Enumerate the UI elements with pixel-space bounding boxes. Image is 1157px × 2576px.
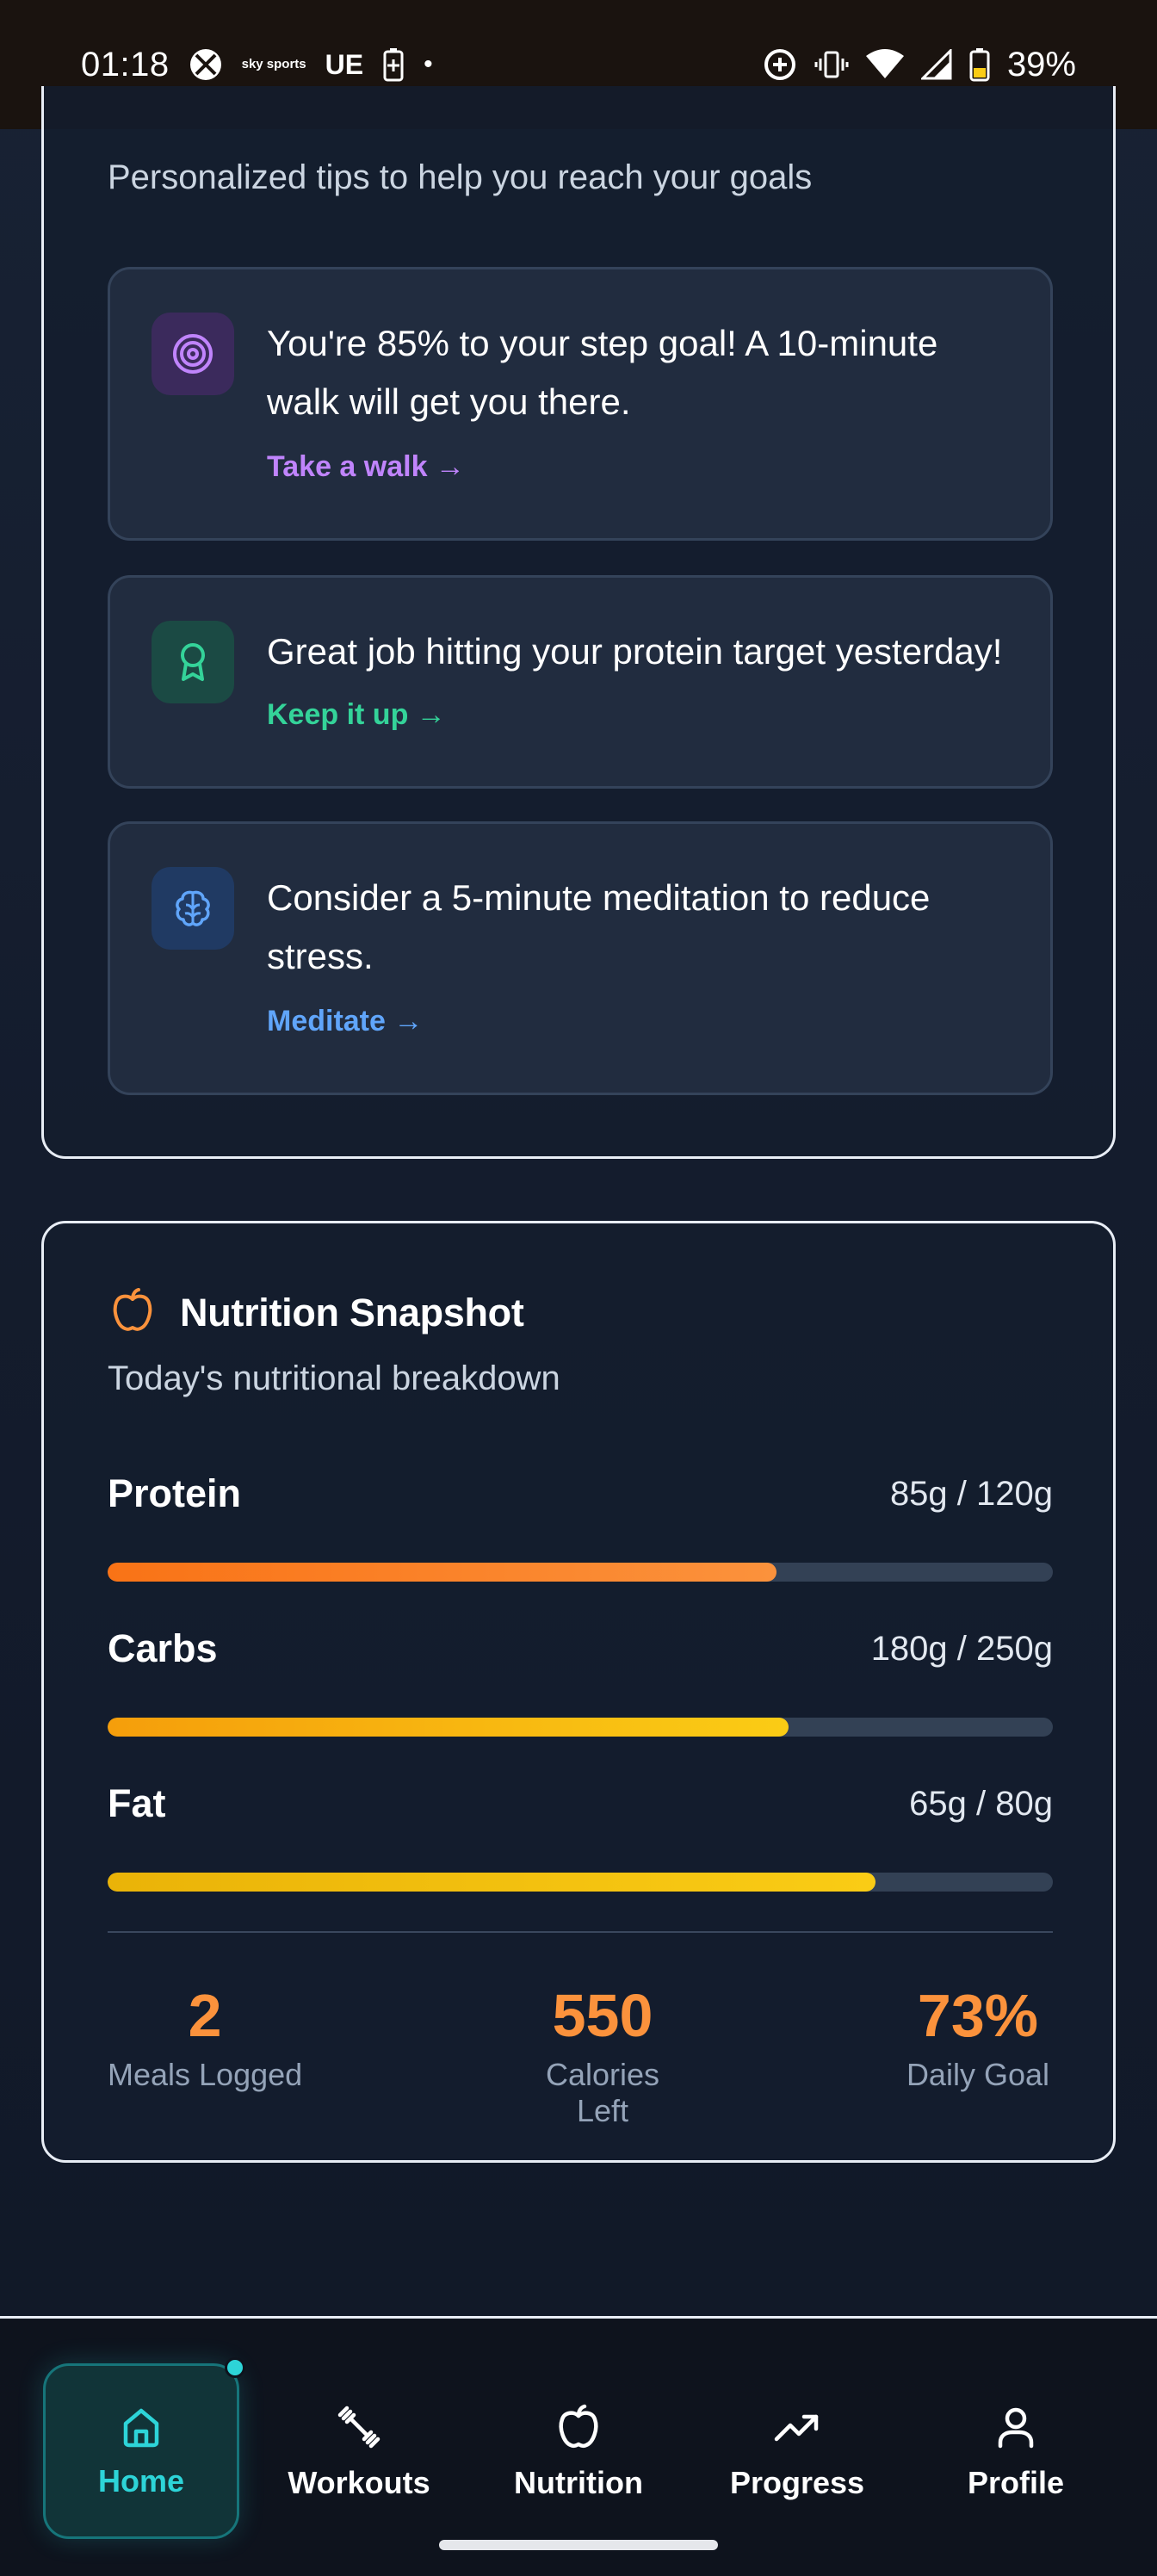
battery-icon	[969, 47, 990, 82]
stat-value: 2	[188, 1982, 222, 2049]
fat-progress-fill	[108, 1873, 876, 1892]
macro-amount: 65g / 80g	[909, 1785, 1053, 1823]
dumbbell-icon	[337, 2406, 381, 2449]
fat-progress-bar	[108, 1873, 1053, 1892]
data-saver-icon	[763, 47, 797, 82]
xbox-icon	[189, 47, 223, 82]
target-icon	[152, 313, 234, 395]
nav-home[interactable]: Home	[43, 2357, 245, 2539]
nav-progress[interactable]: Progress	[699, 2363, 895, 2539]
nutrition-card: Nutrition Snapshot Today's nutritional b…	[41, 1221, 1116, 2163]
stat-value: 73%	[917, 1982, 1039, 2049]
sky-sports-icon: sky sports	[241, 57, 306, 71]
nav-nutrition[interactable]: Nutrition	[480, 2363, 677, 2539]
keep-it-up-link[interactable]: Keep it up →	[267, 698, 446, 732]
protein-progress-fill	[108, 1563, 777, 1582]
stat-calories-left: 550 Calories Left	[521, 1981, 684, 2129]
vibrate-icon	[814, 47, 849, 82]
brain-icon	[152, 867, 234, 950]
tip-text: You're 85% to your step goal! A 10-minut…	[267, 323, 938, 422]
nav-label: Home	[97, 2463, 185, 2499]
bottom-nav: Home Workouts Nutrition Progress Profile	[0, 2316, 1157, 2576]
carbs-progress-bar	[108, 1718, 1053, 1737]
home-icon	[123, 2408, 159, 2448]
home-indicator[interactable]	[439, 2540, 718, 2550]
tip-text: Great job hitting your protein target ye…	[267, 631, 1003, 672]
stat-caption: Meals Logged	[108, 2057, 303, 2092]
apple-icon	[559, 2404, 598, 2449]
ue-icon: UE	[325, 48, 364, 80]
macro-protein: Protein 85g / 120g	[108, 1471, 1053, 1583]
nutrition-header: Nutrition Snapshot	[108, 1285, 524, 1340]
meditate-link[interactable]: Meditate →	[267, 1005, 423, 1038]
tip-card-protein[interactable]: Great job hitting your protein target ye…	[108, 575, 1053, 789]
notification-dot-icon: •	[424, 50, 433, 78]
nav-label: Workouts	[288, 2465, 430, 2500]
take-a-walk-link[interactable]: Take a walk →	[267, 450, 465, 484]
tip-card-steps[interactable]: You're 85% to your step goal! A 10-minut…	[108, 267, 1053, 541]
macro-carbs: Carbs 180g / 250g	[108, 1626, 1053, 1738]
app-screen: 01:18 sky sports UE • 39% Personalized t…	[0, 0, 1157, 2576]
macro-name: Fat	[108, 1781, 166, 1825]
wifi-icon	[865, 49, 904, 80]
tip-text: Consider a 5-minute meditation to reduce…	[267, 877, 931, 976]
insights-subtitle: Personalized tips to help you reach your…	[108, 158, 813, 196]
macro-amount: 85g / 120g	[889, 1475, 1053, 1513]
notification-badge	[225, 2357, 245, 2378]
macro-fat: Fat 65g / 80g	[108, 1781, 1053, 1893]
apple-icon	[108, 1285, 158, 1340]
status-time: 01:18	[81, 45, 170, 84]
nav-label: Progress	[729, 2465, 865, 2500]
tip-card-meditation[interactable]: Consider a 5-minute meditation to reduce…	[108, 821, 1053, 1095]
divider	[108, 1931, 1053, 1933]
award-icon	[152, 621, 234, 703]
stat-caption: Calories Left	[545, 2057, 660, 2128]
stat-daily-goal: 73% Daily Goal	[906, 1981, 1049, 2093]
trending-up-icon	[774, 2414, 819, 2442]
nav-label: Profile	[967, 2465, 1065, 2500]
nav-workouts[interactable]: Workouts	[261, 2363, 457, 2539]
nutrition-title: Nutrition Snapshot	[180, 1290, 524, 1334]
battery-saver-icon	[382, 47, 405, 82]
insights-card: Personalized tips to help you reach your…	[41, 86, 1116, 1159]
nav-profile[interactable]: Profile	[918, 2363, 1114, 2539]
nutrition-subtitle: Today's nutritional breakdown	[108, 1359, 560, 1397]
protein-progress-bar	[108, 1563, 1053, 1582]
signal-icon	[920, 49, 952, 80]
carbs-progress-fill	[108, 1718, 789, 1737]
stat-value: 550	[552, 1982, 653, 2049]
macro-name: Carbs	[108, 1626, 218, 1670]
battery-percent: 39%	[1006, 45, 1076, 84]
stat-caption: Daily Goal	[906, 2057, 1049, 2092]
macro-name: Protein	[108, 1471, 242, 1515]
macro-amount: 180g / 250g	[870, 1630, 1053, 1668]
stat-meals-logged: 2 Meals Logged	[108, 1981, 302, 2093]
user-icon	[998, 2407, 1034, 2449]
nav-label: Nutrition	[514, 2465, 643, 2500]
